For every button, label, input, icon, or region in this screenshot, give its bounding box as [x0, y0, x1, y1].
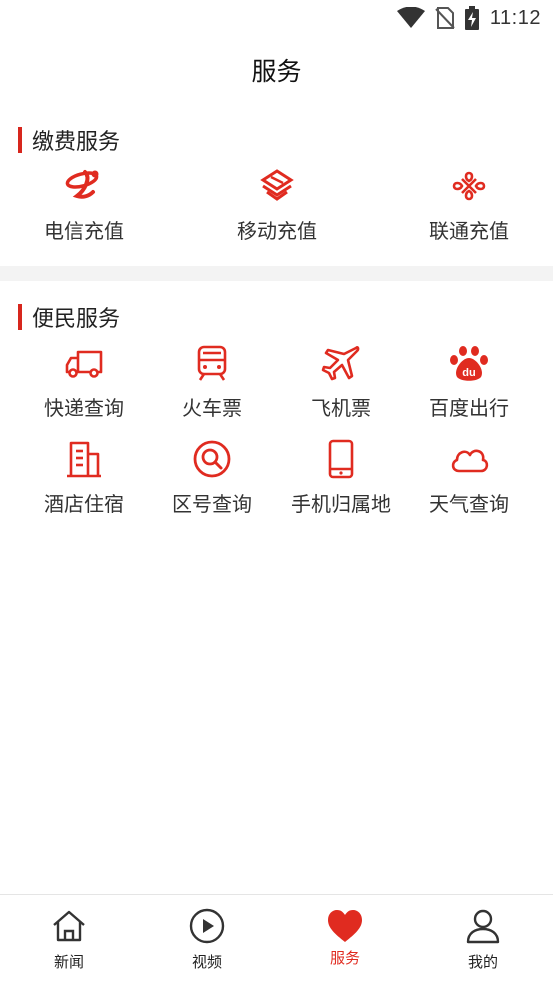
page-title: 服务: [251, 58, 302, 86]
section-divider: [0, 266, 553, 281]
airplane-icon: [321, 343, 361, 383]
china-unicom-icon: [449, 166, 489, 206]
section-header-payment: 缴费服务: [18, 124, 120, 156]
tab-video-label: 视频: [191, 954, 222, 971]
user-icon: [464, 907, 502, 945]
china-telecom-icon: [64, 166, 104, 206]
no-sim-icon: [434, 6, 456, 30]
tab-mine[interactable]: 我的: [414, 895, 552, 983]
play-circle-icon: [188, 907, 226, 945]
express-query-label: 快递查询: [44, 398, 124, 420]
status-time: 11:12: [489, 6, 541, 29]
bottom-tab-bar: 新闻 视频 服务 我的: [0, 894, 553, 983]
train-ticket-label: 火车票: [182, 398, 242, 420]
train-ticket[interactable]: 火车票: [161, 343, 263, 421]
hotel-stay[interactable]: 酒店住宿: [33, 439, 135, 517]
section-accent-bar: [18, 127, 22, 153]
battery-charging-icon: [464, 6, 480, 30]
recharge-unicom-label: 联通充值: [429, 221, 509, 243]
section-accent-bar: [18, 304, 22, 330]
flight-ticket[interactable]: 飞机票: [290, 343, 392, 421]
express-query[interactable]: 快递查询: [33, 343, 135, 421]
magnifier-icon: [192, 439, 232, 479]
svg-text:du: du: [462, 367, 475, 379]
section-title: 缴费服务: [32, 129, 121, 154]
tab-service[interactable]: 服务: [276, 895, 414, 983]
baidu-paw-icon: du: [449, 343, 489, 383]
flight-ticket-label: 飞机票: [311, 398, 371, 420]
section-header-convenience: 便民服务: [18, 301, 120, 333]
phone-location[interactable]: 手机归属地: [290, 439, 392, 517]
truck-icon: [64, 343, 104, 383]
weather-query[interactable]: 天气查询: [418, 439, 520, 517]
status-bar: 11:12: [0, 0, 553, 36]
china-mobile-icon: [257, 166, 297, 206]
section-title: 便民服务: [32, 306, 121, 331]
tab-service-label: 服务: [329, 950, 360, 967]
heart-icon: [326, 907, 364, 945]
wifi-icon: [396, 7, 426, 29]
hotel-stay-label: 酒店住宿: [44, 494, 124, 516]
area-code-query[interactable]: 区号查询: [161, 439, 263, 517]
recharge-unicom[interactable]: 联通充值: [418, 166, 520, 244]
phone-icon: [321, 439, 361, 479]
status-icons: 11:12: [396, 6, 541, 30]
phone-location-label: 手机归属地: [291, 494, 391, 516]
weather-query-label: 天气查询: [429, 494, 509, 516]
recharge-mobile[interactable]: 移动充值: [226, 166, 328, 244]
recharge-telecom[interactable]: 电信充值: [33, 166, 135, 244]
tab-mine-label: 我的: [467, 954, 498, 971]
home-icon: [50, 907, 88, 945]
train-icon: [192, 343, 232, 383]
baidu-travel-label: 百度出行: [429, 398, 509, 420]
tab-news-label: 新闻: [53, 954, 84, 971]
building-icon: [64, 439, 104, 479]
cloud-icon: [449, 439, 489, 479]
area-code-query-label: 区号查询: [172, 494, 252, 516]
tab-news[interactable]: 新闻: [0, 895, 138, 983]
baidu-travel[interactable]: du 百度出行: [418, 343, 520, 421]
recharge-mobile-label: 移动充值: [237, 221, 317, 243]
recharge-telecom-label: 电信充值: [44, 221, 124, 243]
tab-video[interactable]: 视频: [138, 895, 276, 983]
